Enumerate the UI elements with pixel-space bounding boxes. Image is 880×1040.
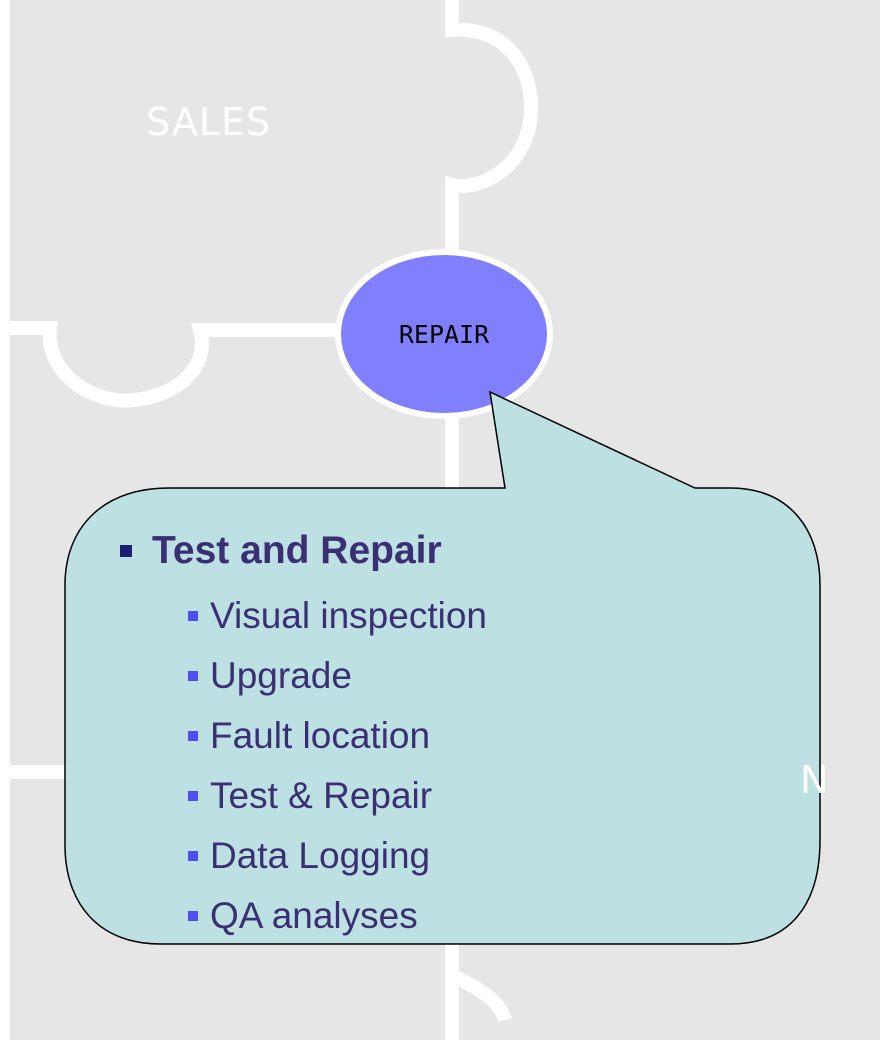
list-item-label: Fault location xyxy=(210,715,431,756)
list-item: Visual inspection xyxy=(188,586,810,646)
list-item: Data Logging xyxy=(188,826,810,886)
piece-label-sales: SALES xyxy=(146,100,272,144)
puzzle-diagram: SALES N REPAIR Test and Repair Visual in… xyxy=(0,0,880,1040)
square-bullet-icon xyxy=(120,545,132,557)
square-bullet-icon xyxy=(188,611,198,621)
callout-sub-list: Visual inspection Upgrade Fault location… xyxy=(110,586,810,946)
square-bullet-icon xyxy=(188,911,198,921)
square-bullet-icon xyxy=(188,671,198,681)
list-item-label: Visual inspection xyxy=(210,595,487,636)
list-item-label: Data Logging xyxy=(210,835,431,876)
list-item-label: QA analyses xyxy=(210,895,418,936)
list-item: Test & Repair xyxy=(188,766,810,826)
list-item: QA analyses xyxy=(188,886,810,946)
repair-label: REPAIR xyxy=(398,319,490,349)
callout-content: Test and Repair Visual inspection Upgrad… xyxy=(110,520,810,946)
list-item: Fault location xyxy=(188,706,810,766)
square-bullet-icon xyxy=(188,731,198,741)
callout-heading-item: Test and Repair xyxy=(110,520,810,582)
list-item: Upgrade xyxy=(188,646,810,706)
left-margin xyxy=(0,0,10,1040)
list-item-label: Test & Repair xyxy=(210,775,433,816)
callout-heading: Test and Repair xyxy=(152,529,442,572)
square-bullet-icon xyxy=(188,791,198,801)
list-item-label: Upgrade xyxy=(210,655,352,696)
square-bullet-icon xyxy=(188,851,198,861)
